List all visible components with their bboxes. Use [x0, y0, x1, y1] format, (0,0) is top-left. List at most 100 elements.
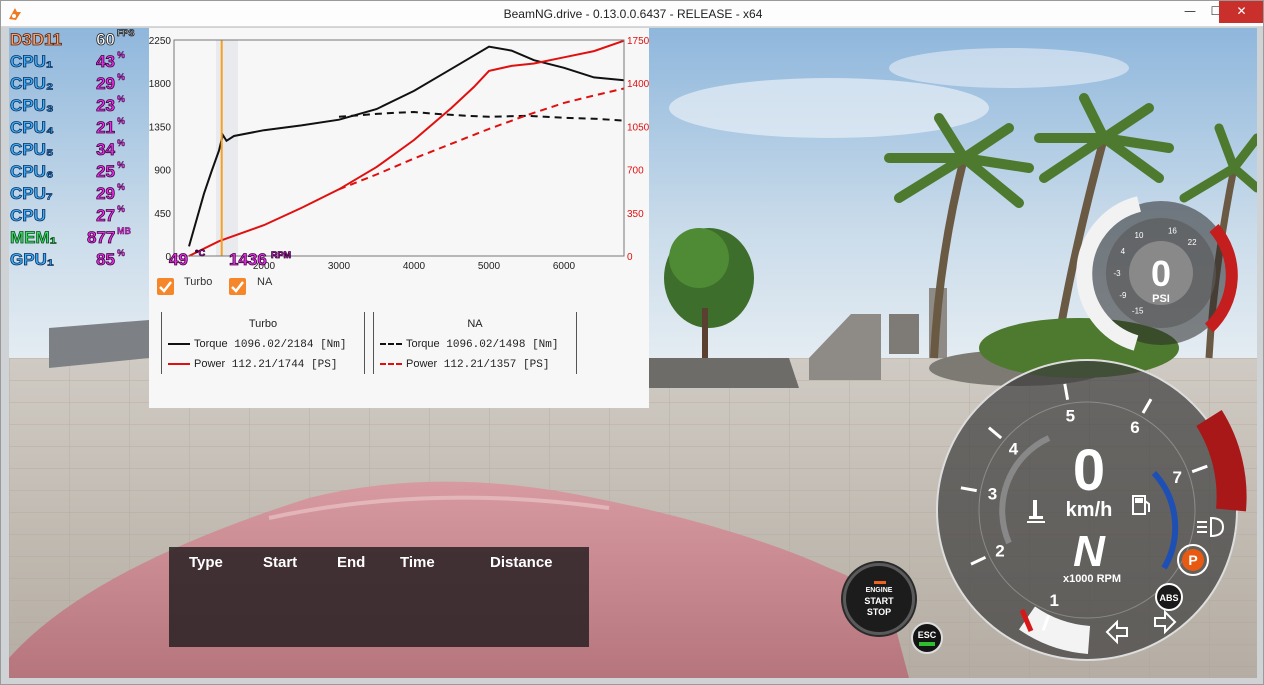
y-right-tick: 350: [627, 209, 644, 220]
boost-tick: -9: [1119, 291, 1127, 300]
title-bar[interactable]: BeamNG.drive - 0.13.0.0.6437 - RELEASE -…: [1, 1, 1263, 27]
perf-row: CPU₅ 34%: [9, 138, 149, 162]
rpm-tick: 7: [1172, 468, 1181, 487]
game-viewport[interactable]: 0 PSI -15 -9 -3 4 10 16 22 1234567 0 km/h N x1…: [9, 28, 1257, 678]
rpm-readout-value: 1436: [229, 250, 268, 270]
perf-value: 25: [96, 162, 116, 182]
perf-row: CPU₃ 23%: [9, 94, 149, 118]
perf-label: MEM₁: [10, 228, 57, 248]
speed-unit: km/h: [1066, 499, 1113, 521]
col-header-distance: Distance: [490, 554, 553, 571]
app-window: BeamNG.drive - 0.13.0.0.6437 - RELEASE -…: [0, 0, 1264, 685]
legend-turbo-power: Power 112.21/1744 [PS]: [168, 358, 337, 371]
abs-icon: ABS: [1155, 583, 1183, 611]
perf-label: CPU: [10, 206, 47, 226]
y-right-tick: 1400: [627, 79, 649, 90]
perf-unit: %: [117, 72, 126, 82]
trip-table: Type Start End Time Distance: [169, 547, 589, 647]
checkmark-icon: [231, 281, 244, 293]
legend-swatch: [380, 363, 402, 366]
engine-button-line2: START: [864, 596, 894, 606]
perf-value: 43: [96, 52, 116, 72]
y-left-tick: 1800: [149, 79, 171, 90]
close-button[interactable]: ✕: [1219, 1, 1263, 23]
col-header-end: End: [337, 554, 366, 571]
perf-label: CPU₅: [10, 140, 54, 160]
engine-status-led: [874, 581, 886, 584]
esc-label: ESC: [917, 630, 937, 640]
na-checkbox[interactable]: [229, 278, 246, 295]
series-na-power: [338, 87, 625, 191]
legend-na-torque: Torque 1096.02/1498 [Nm]: [380, 338, 558, 351]
perf-label: CPU₃: [10, 96, 55, 116]
x-tick: 6000: [553, 261, 576, 272]
perf-row: D3D11 60 FPS: [9, 28, 149, 52]
legend-swatch: [168, 363, 190, 366]
engine-button-line1: ENGINE: [865, 587, 893, 594]
rpm-tick: 3: [988, 484, 997, 503]
legend-turbo-title: Turbo: [248, 318, 278, 330]
perf-label: CPU₄: [10, 118, 55, 138]
cloud: [889, 48, 1129, 88]
y-right-tick: 700: [627, 166, 644, 177]
parking-brake-icon: P: [1177, 544, 1209, 576]
engine-temp-value: 49: [169, 250, 189, 270]
perf-label: CPU₁: [10, 52, 54, 72]
torque-power-chart: 0450900135018002250 0350700105014001750 …: [149, 36, 649, 272]
perf-value: 34: [96, 140, 116, 160]
y-right-tick-labels: 0 350 700 1050 1400 1750: [627, 36, 649, 263]
col-header-time: Time: [400, 554, 435, 571]
y-right-tick: 0: [627, 252, 633, 263]
perf-row: CPU₄ 21%: [9, 116, 149, 140]
y-left-tick: 2250: [149, 36, 171, 47]
perf-value: 60: [96, 30, 116, 50]
checkmark-icon: [159, 281, 172, 293]
perf-unit: %: [117, 94, 126, 104]
boost-value: 0: [1151, 253, 1171, 294]
perf-unit: FPS: [117, 28, 135, 38]
svg-text:ABS: ABS: [1159, 593, 1178, 603]
esc-status-bar: [919, 642, 935, 646]
legend-swatch: [168, 343, 190, 346]
boost-tick: 22: [1188, 238, 1197, 247]
legend-na-power: Power 112.21/1357 [PS]: [380, 358, 549, 371]
ramp-structure: [889, 314, 919, 354]
dyno-panel[interactable]: 0 450 900 1350 1800 2250 0 350 700 1050 1400 1750 …: [149, 28, 649, 408]
boost-tick: 16: [1168, 227, 1177, 236]
esc-indicator[interactable]: ESC: [911, 622, 943, 654]
perf-row: MEM₁ 877 MB: [9, 226, 149, 250]
perf-value: 877: [87, 228, 116, 248]
y-left-tick: 900: [154, 166, 171, 177]
perf-label: CPU₆: [10, 162, 54, 182]
y-left-tick-labels: 0450900135018002250: [149, 36, 171, 263]
series-na-torque: [338, 110, 625, 122]
y-left-tick: 1350: [149, 122, 171, 133]
ramp-structure: [649, 358, 799, 388]
gear-indicator: N: [1073, 527, 1106, 576]
perf-unit: %: [117, 204, 126, 214]
perf-row: CPU₆ 25%: [9, 160, 149, 184]
x-tick: 4000: [403, 261, 426, 272]
y-right-tick: 1050: [627, 122, 649, 133]
rpm-readout-unit: RPM: [271, 250, 292, 261]
boost-unit: PSI: [1152, 293, 1170, 305]
perf-unit: %: [117, 160, 126, 170]
perf-unit: %: [117, 182, 126, 192]
x-tick: 5000: [478, 261, 501, 272]
perf-value: 29: [96, 184, 116, 204]
perf-value: 23: [96, 96, 116, 116]
col-header-start: Start: [263, 554, 298, 571]
perf-unit: %: [117, 248, 126, 258]
legend-turbo: Turbo Torque 1096.02/2184 [Nm] Power 112…: [161, 312, 365, 374]
perf-value: 21: [96, 118, 116, 138]
engine-start-stop-button[interactable]: ENGINE START STOP: [843, 563, 915, 635]
boost-gauge: 0 PSI -15 -9 -3 4 10 16 22: [1076, 196, 1238, 351]
legend-na-title: NA: [467, 318, 483, 330]
perf-unit: MB: [117, 226, 131, 236]
perf-label: CPU₂: [10, 74, 54, 94]
perf-value: 27: [96, 206, 116, 226]
perf-value: 29: [96, 74, 116, 94]
turbo-checkbox[interactable]: [157, 278, 174, 295]
rpm-tick: 4: [1009, 439, 1019, 458]
rpm-tick: 5: [1066, 407, 1075, 426]
